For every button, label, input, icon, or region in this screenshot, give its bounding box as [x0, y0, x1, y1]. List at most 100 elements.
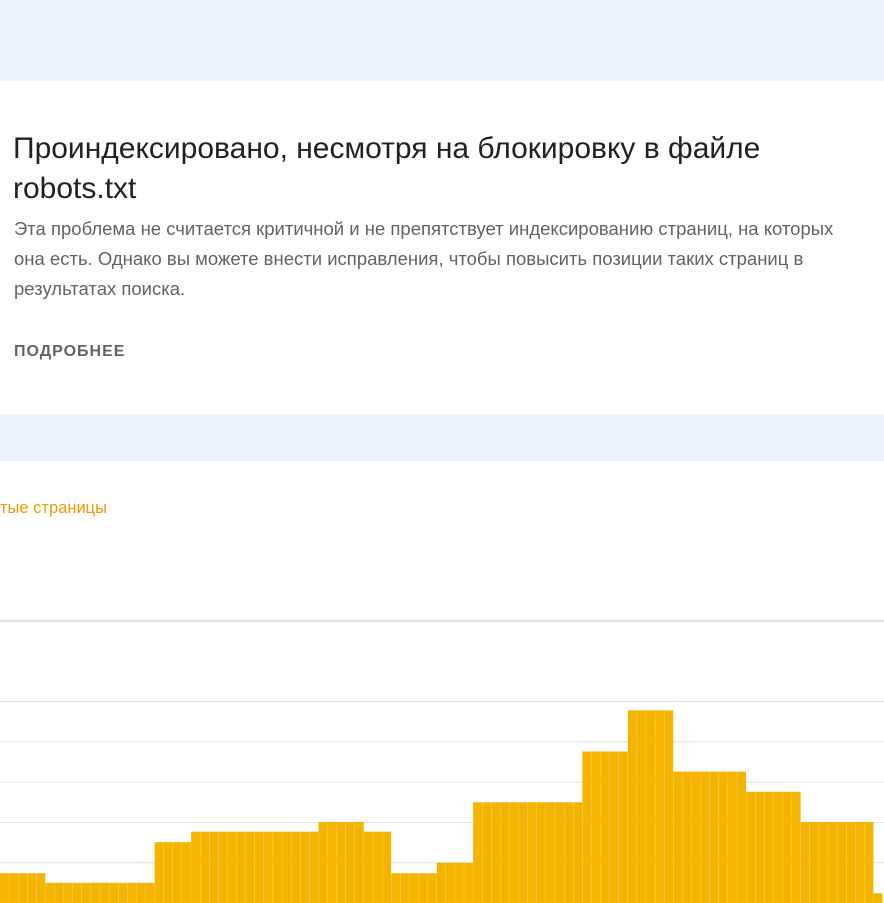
chart-bar[interactable]	[391, 873, 401, 903]
chart-bar[interactable]	[72, 882, 82, 903]
chart-bar[interactable]	[373, 831, 382, 903]
chart-bar[interactable]	[846, 821, 856, 903]
chart-bar[interactable]	[682, 771, 692, 903]
chart-bar[interactable]	[855, 821, 865, 903]
chart-bar[interactable]	[27, 873, 37, 903]
chart-bar[interactable]	[546, 802, 555, 903]
chart-bar[interactable]	[100, 882, 109, 903]
chart-bar[interactable]	[709, 771, 719, 903]
chart-bar[interactable]	[436, 862, 446, 903]
chart-bar[interactable]	[364, 831, 373, 903]
chart-bar[interactable]	[54, 882, 64, 903]
chart-bar[interactable]	[782, 791, 792, 903]
chart-bar[interactable]	[700, 771, 710, 903]
chart-bar[interactable]	[18, 873, 28, 903]
chart-bar[interactable]	[655, 710, 665, 903]
chart-bar[interactable]	[209, 831, 219, 903]
chart-bar[interactable]	[482, 802, 492, 903]
chart-bar[interactable]	[400, 873, 410, 903]
chart-bar[interactable]	[819, 821, 828, 903]
chart-bar[interactable]	[600, 751, 610, 903]
chart-bar[interactable]	[409, 873, 419, 903]
chart-bar[interactable]	[718, 771, 728, 903]
chart-bar[interactable]	[673, 771, 683, 903]
chart-bar[interactable]	[464, 862, 473, 903]
chart-bar[interactable]	[491, 802, 501, 903]
chart-bar[interactable]	[427, 873, 437, 903]
chart-bar[interactable]	[291, 831, 301, 903]
chart-bar[interactable]	[527, 802, 537, 903]
chart-bar[interactable]	[354, 821, 364, 903]
chart-bar[interactable]	[728, 771, 737, 903]
chart-bar[interactable]	[309, 831, 319, 903]
chart-bar[interactable]	[646, 710, 655, 903]
chart-bar[interactable]	[109, 882, 119, 903]
chart-bar[interactable]	[773, 791, 783, 903]
chart-bar[interactable]	[609, 751, 619, 903]
chart-bar[interactable]	[36, 873, 46, 903]
chart-bar[interactable]	[0, 873, 9, 903]
chart-bar[interactable]	[200, 831, 210, 903]
chart-bar[interactable]	[136, 882, 146, 903]
chart-bar[interactable]	[345, 821, 355, 903]
chart-bar[interactable]	[509, 802, 519, 903]
chart-bar[interactable]	[154, 842, 164, 903]
chart-bar[interactable]	[182, 842, 191, 903]
chart-bar[interactable]	[873, 893, 883, 903]
chart-card: тые страницы	[0, 461, 884, 903]
chart-bar[interactable]	[618, 751, 628, 903]
chart-bar[interactable]	[573, 802, 583, 903]
chart-bar[interactable]	[627, 710, 637, 903]
chart-bar[interactable]	[455, 862, 464, 903]
chart-bar[interactable]	[118, 882, 128, 903]
chart-bar[interactable]	[263, 831, 273, 903]
chart-bar[interactable]	[327, 821, 337, 903]
chart-bar[interactable]	[236, 831, 246, 903]
chart-bar[interactable]	[555, 802, 564, 903]
chart-bar[interactable]	[382, 831, 392, 903]
chart-bar[interactable]	[691, 771, 701, 903]
chart-bar[interactable]	[81, 882, 91, 903]
chart-bar[interactable]	[445, 862, 455, 903]
chart-bar[interactable]	[218, 831, 228, 903]
chart-bar[interactable]	[864, 821, 874, 903]
bar-chart	[0, 619, 884, 903]
chart-bar[interactable]	[300, 831, 310, 903]
chart-bar[interactable]	[809, 821, 819, 903]
chart-bar[interactable]	[582, 751, 592, 903]
chart-bar[interactable]	[227, 831, 237, 903]
chart-bar[interactable]	[591, 751, 601, 903]
chart-bar[interactable]	[418, 873, 428, 903]
chart-bar[interactable]	[254, 831, 264, 903]
chart-bar[interactable]	[282, 831, 291, 903]
chart-bar[interactable]	[63, 882, 73, 903]
chart-bar[interactable]	[191, 831, 200, 903]
chart-bar[interactable]	[163, 842, 173, 903]
chart-bar[interactable]	[755, 791, 765, 903]
learn-more-link[interactable]: ПОДРОБНЕЕ	[14, 343, 125, 361]
chart-bar[interactable]	[536, 802, 546, 903]
chart-bar[interactable]	[664, 710, 674, 903]
chart-bar[interactable]	[518, 802, 528, 903]
chart-bar[interactable]	[245, 831, 255, 903]
chart-bar[interactable]	[746, 791, 756, 903]
chart-bar[interactable]	[837, 821, 847, 903]
chart-bar[interactable]	[9, 873, 18, 903]
chart-bar[interactable]	[45, 882, 55, 903]
chart-bar[interactable]	[473, 802, 483, 903]
chart-bar[interactable]	[800, 821, 810, 903]
chart-bar[interactable]	[172, 842, 182, 903]
chart-bar[interactable]	[828, 821, 837, 903]
chart-bar[interactable]	[318, 821, 328, 903]
chart-bar[interactable]	[273, 831, 282, 903]
chart-bar[interactable]	[564, 802, 574, 903]
chart-bar[interactable]	[336, 821, 346, 903]
chart-bar[interactable]	[637, 710, 646, 903]
chart-bar[interactable]	[145, 882, 155, 903]
chart-bar[interactable]	[737, 771, 746, 903]
chart-bar[interactable]	[500, 802, 510, 903]
chart-bar[interactable]	[91, 882, 100, 903]
chart-bar[interactable]	[127, 882, 137, 903]
chart-bar[interactable]	[764, 791, 774, 903]
chart-bar[interactable]	[791, 791, 801, 903]
